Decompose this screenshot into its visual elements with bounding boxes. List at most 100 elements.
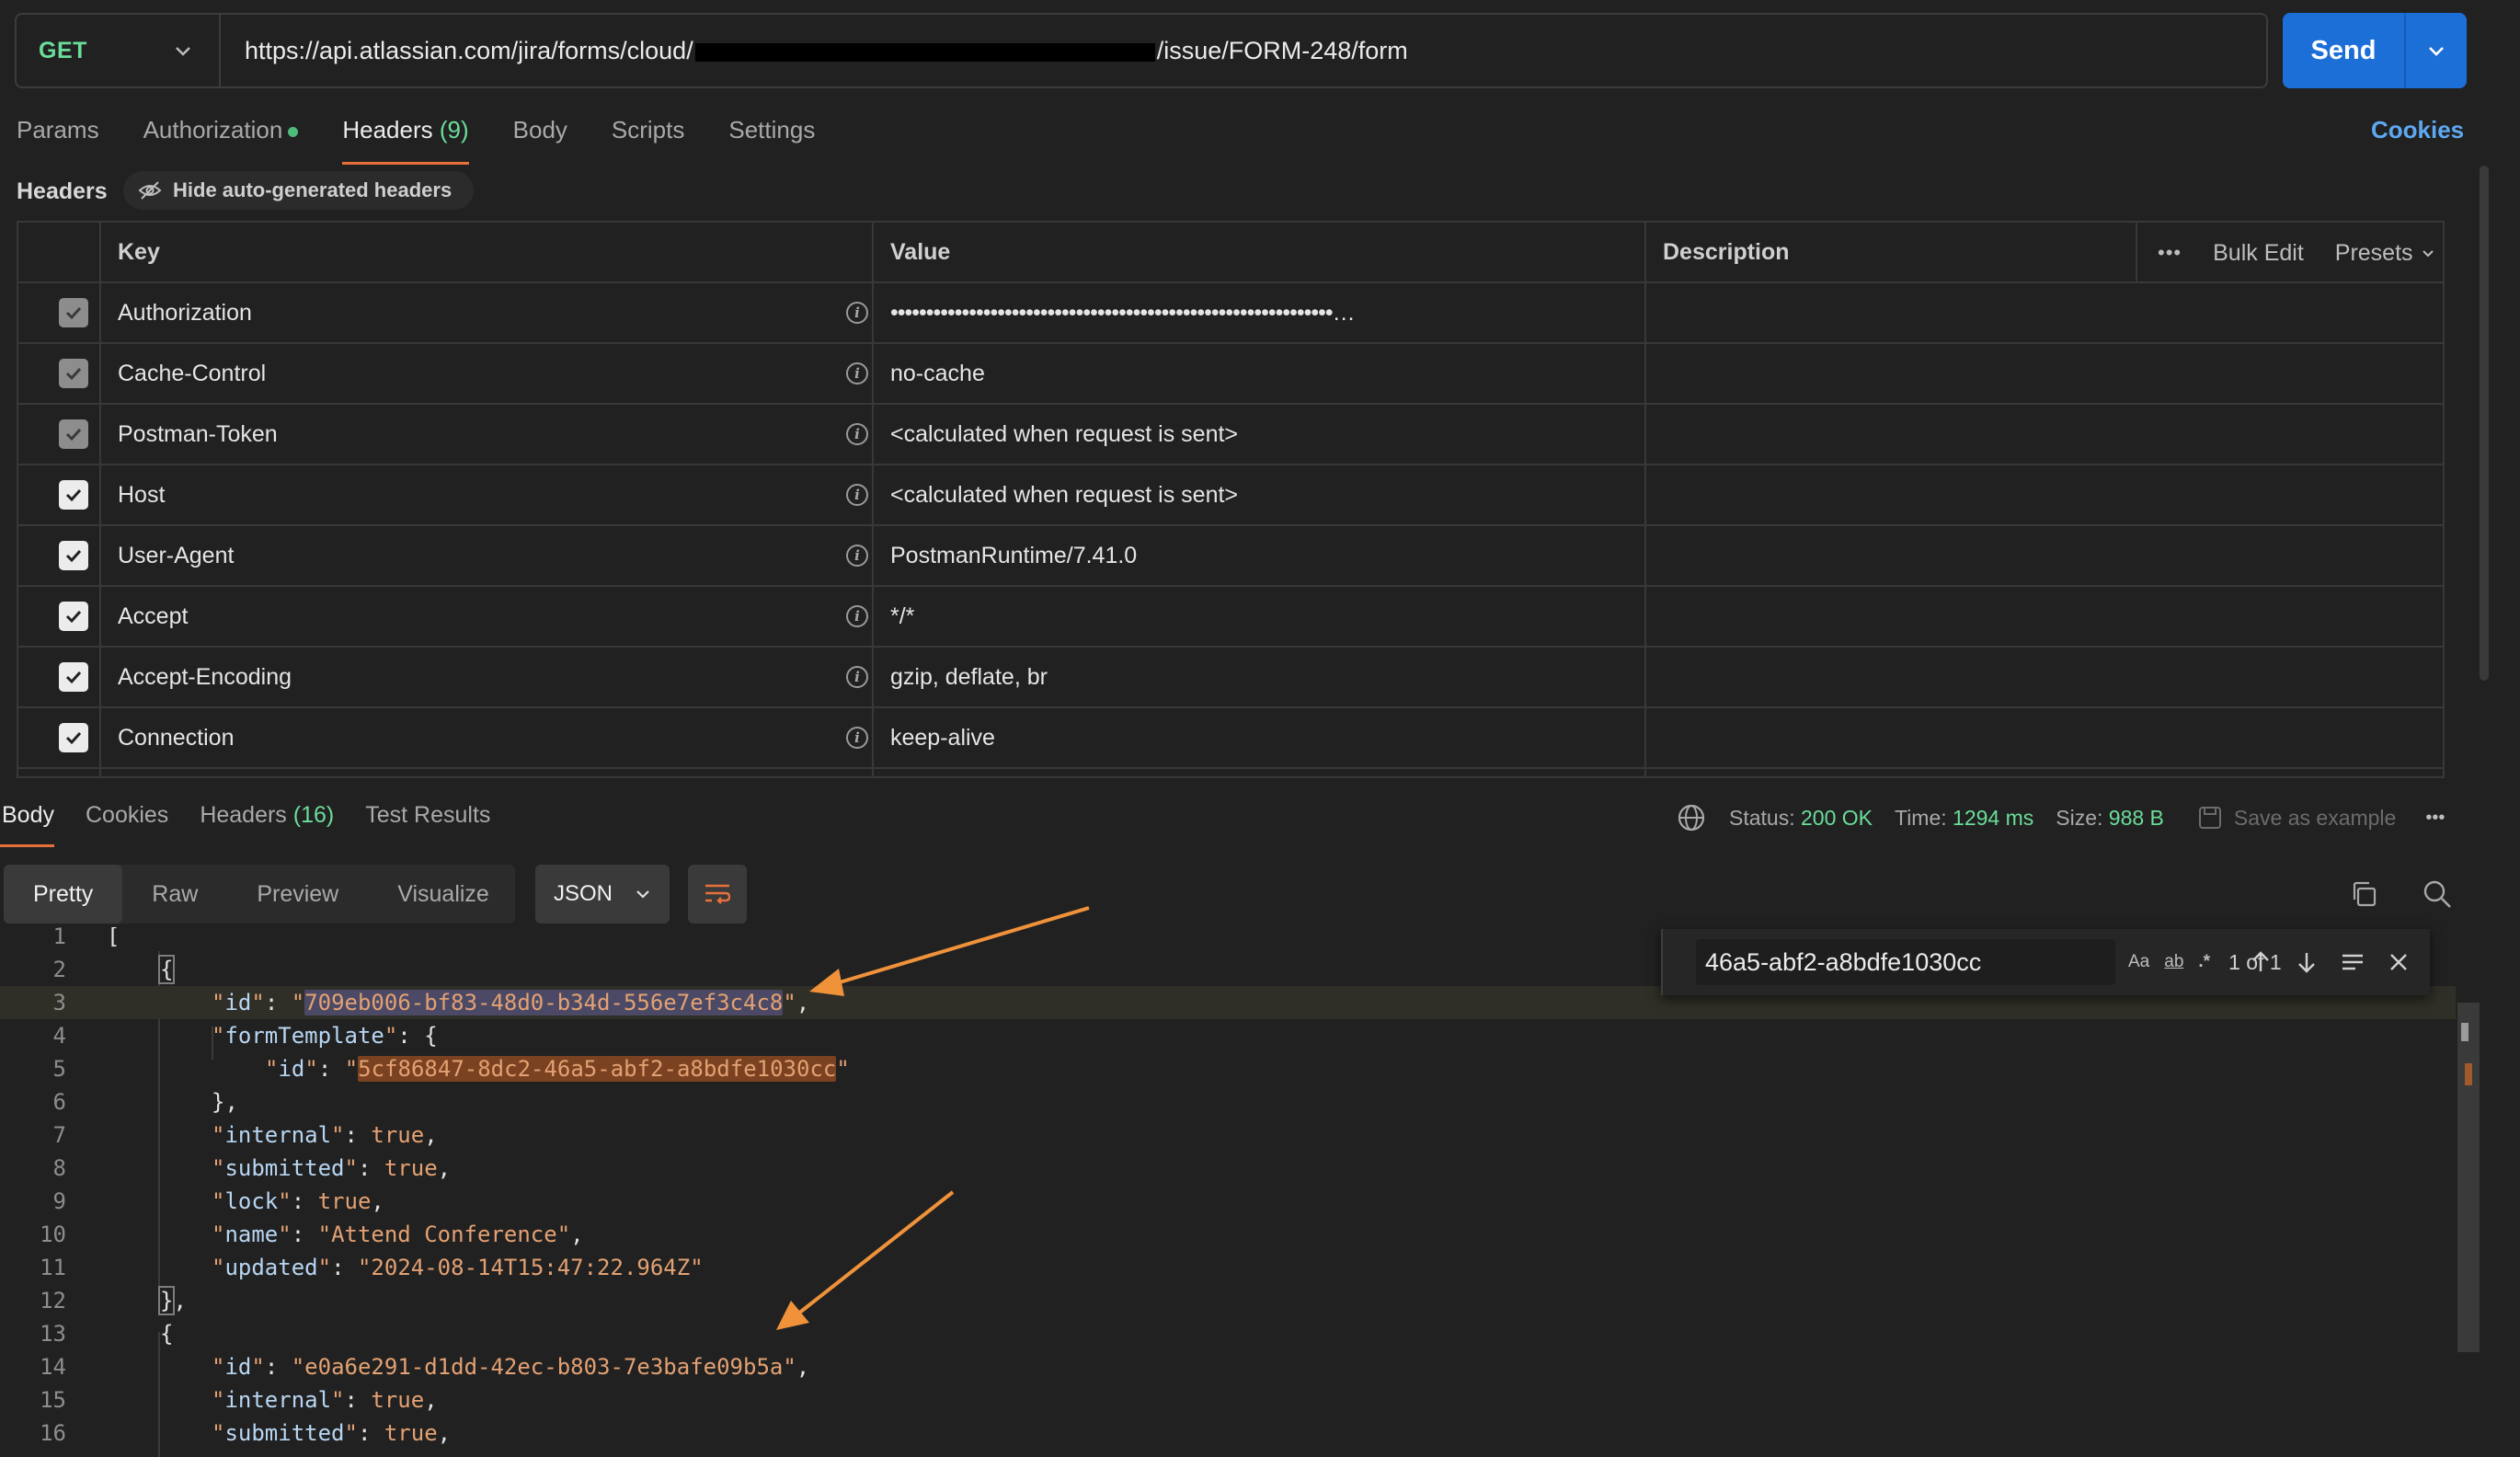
code-text: "name": "Attend Conference",: [212, 1222, 584, 1247]
tab-response-body[interactable]: Body: [0, 802, 54, 847]
code-text: "submitted": true,: [212, 1155, 452, 1181]
find-in-selection-icon[interactable]: [2340, 949, 2365, 975]
tab-raw[interactable]: Raw: [122, 865, 227, 924]
tab-pretty[interactable]: Pretty: [4, 865, 123, 924]
code-line: 13 {: [0, 1317, 2456, 1350]
tab-label: Headers: [200, 802, 287, 828]
info-icon[interactable]: i: [846, 727, 868, 749]
tab-visualize[interactable]: Visualize: [368, 865, 519, 924]
more-options-icon[interactable]: •••: [2158, 241, 2182, 265]
close-icon[interactable]: [2386, 949, 2411, 975]
headers-table: Key Value Description ••• Bulk Edit Pres…: [17, 221, 2445, 778]
checkbox[interactable]: [59, 480, 88, 510]
wrap-lines-button[interactable]: [688, 865, 747, 924]
url-input[interactable]: https://api.atlassian.com/jira/forms/clo…: [221, 37, 1408, 65]
checkbox[interactable]: [59, 662, 88, 692]
checkbox[interactable]: [59, 776, 88, 778]
format-select[interactable]: JSON: [535, 865, 670, 924]
header-value[interactable]: PostmanRuntime/7.41.0: [890, 526, 1137, 585]
tab-label: Test Results: [365, 802, 491, 828]
send-options-button[interactable]: [2406, 13, 2467, 88]
more-options-icon[interactable]: •••: [2425, 808, 2445, 829]
info-icon[interactable]: i: [846, 362, 868, 384]
column-header-value: Value: [890, 238, 951, 265]
format-selected: JSON: [554, 881, 613, 906]
tab-scripts[interactable]: Scripts: [612, 116, 684, 165]
info-icon[interactable]: i: [846, 666, 868, 688]
code-line: 15 "internal": true,: [0, 1383, 2456, 1417]
regex-toggle[interactable]: .*: [2198, 952, 2210, 972]
header-value[interactable]: <calculated when request is sent>: [890, 465, 1238, 524]
code-line: 7 "internal": true,: [0, 1119, 2456, 1152]
line-number: 11: [40, 1255, 66, 1280]
info-icon[interactable]: i: [846, 545, 868, 567]
header-value[interactable]: */*: [890, 587, 914, 646]
hide-auto-headers-button[interactable]: Hide auto-generated headers: [123, 171, 475, 210]
tab-settings[interactable]: Settings: [728, 116, 815, 165]
checkbox[interactable]: [59, 541, 88, 570]
info-icon[interactable]: i: [846, 605, 868, 627]
header-value[interactable]: <calculated when request is sent>: [890, 405, 1238, 464]
checkbox[interactable]: [59, 602, 88, 631]
tab-test-results[interactable]: Test Results: [363, 802, 490, 847]
header-value[interactable]: keep-alive: [890, 708, 995, 767]
header-key[interactable]: Accept-Encoding: [118, 648, 292, 706]
tab-params[interactable]: Params: [17, 116, 99, 165]
table-header-row: Key Value Description ••• Bulk Edit Pres…: [18, 223, 2443, 283]
arrow-down-icon[interactable]: [2294, 949, 2320, 975]
method-select[interactable]: GET: [17, 15, 221, 86]
header-key[interactable]: User-Agent: [118, 526, 234, 585]
header-value[interactable]: gzip, deflate, br: [890, 648, 1048, 706]
tab-label: Params: [17, 116, 99, 143]
tab-body[interactable]: Body: [513, 116, 567, 165]
globe-icon[interactable]: [1676, 802, 1707, 833]
editor-scrollbar[interactable]: [2457, 1003, 2480, 1352]
checkbox[interactable]: [59, 298, 88, 327]
copy-button[interactable]: [2342, 872, 2386, 916]
find-input[interactable]: 46a5-abf2-a8bdfe1030cc: [1696, 939, 2115, 985]
match-case-toggle[interactable]: Aa: [2128, 952, 2149, 972]
time-label: Time:: [1895, 805, 1947, 830]
bulk-edit-button[interactable]: Bulk Edit: [2213, 240, 2304, 267]
checkbox[interactable]: [59, 359, 88, 388]
check-icon: [65, 549, 82, 563]
info-icon[interactable]: i: [846, 423, 868, 445]
tab-headers[interactable]: Headers (9): [342, 116, 469, 165]
header-value[interactable]: no-cache: [890, 344, 985, 403]
line-number: 15: [40, 1387, 66, 1413]
checkbox[interactable]: [59, 723, 88, 752]
hide-auto-label: Hide auto-generated headers: [173, 178, 452, 201]
line-number: 3: [52, 990, 66, 1015]
scrollbar[interactable]: [2480, 166, 2489, 681]
tab-label: Cookies: [85, 802, 169, 828]
check-icon: [65, 610, 82, 624]
response-body-editor[interactable]: 1 [ 2 { 3 "id": "709eb006-bf83-48d0-b34d-55…: [0, 927, 2520, 1457]
table-row: Postman-Token i <calculated when request…: [18, 405, 2443, 465]
header-key[interactable]: Host: [118, 465, 165, 524]
tab-response-headers[interactable]: Headers (16): [198, 802, 334, 847]
info-icon[interactable]: i: [846, 484, 868, 506]
save-example-button[interactable]: Save as example: [2197, 805, 2396, 831]
checkbox[interactable]: [59, 419, 88, 449]
tab-preview[interactable]: Preview: [227, 865, 368, 924]
cookies-link[interactable]: Cookies: [2371, 116, 2464, 144]
save-icon: [2198, 807, 2221, 829]
header-key[interactable]: Authorization: [118, 283, 252, 342]
table-actions: ••• Bulk Edit Presets: [2158, 223, 2435, 283]
header-key[interactable]: Connection: [118, 708, 234, 767]
whole-word-toggle[interactable]: ab: [2164, 952, 2183, 972]
header-value[interactable]: ••••••••••••••••••••••••••••••••••••••••…: [890, 283, 1644, 342]
arrow-up-icon[interactable]: [2248, 949, 2274, 975]
search-button[interactable]: [2415, 872, 2459, 916]
info-icon[interactable]: i: [846, 302, 868, 324]
header-key[interactable]: Cache-Control: [118, 344, 266, 403]
tab-response-cookies[interactable]: Cookies: [84, 802, 168, 847]
size-text: Size: 988 B: [2056, 806, 2164, 831]
tab-authorization[interactable]: Authorization: [143, 116, 299, 165]
header-key[interactable]: Accept: [118, 587, 188, 646]
send-button[interactable]: Send: [2283, 13, 2406, 88]
header-key[interactable]: Postman-Token: [118, 405, 278, 464]
tab-label: Body: [512, 116, 567, 143]
url-bar: GET https://api.atlassian.com/jira/forms…: [15, 13, 2268, 88]
presets-button[interactable]: Presets: [2335, 240, 2435, 267]
